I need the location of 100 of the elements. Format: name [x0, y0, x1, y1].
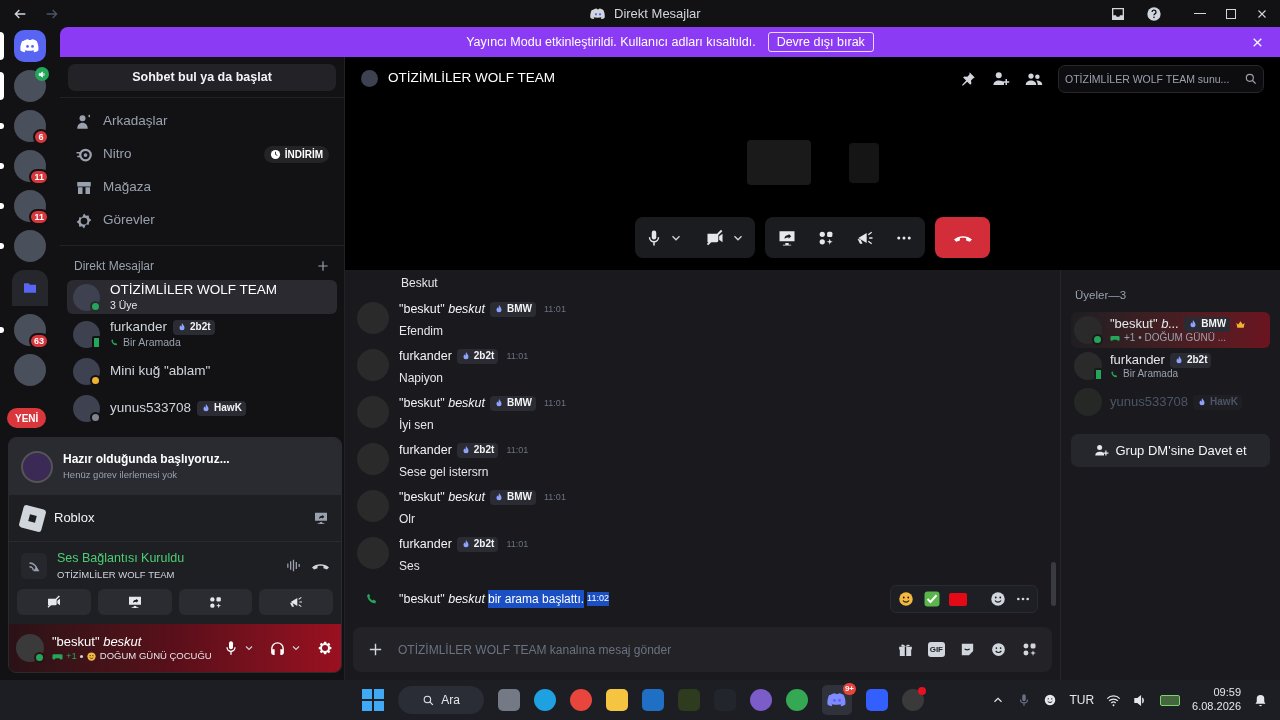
- tag-text: 2b2t: [473, 445, 495, 456]
- timestamp: 11:01: [544, 396, 566, 410]
- hang-up-icon[interactable]: [312, 561, 329, 570]
- voice-channel[interactable]: OTİZİMLİLER WOLF TEAM: [57, 567, 185, 582]
- tag-text: 2b2t: [473, 351, 495, 362]
- message-text: Olr: [399, 510, 416, 528]
- emoji-icon: [85, 650, 97, 662]
- disable-button[interactable]: Devre dışı bırak: [767, 32, 874, 52]
- taskbar-search[interactable]: Ara: [398, 686, 484, 714]
- member-name: furkander: [1110, 351, 1165, 369]
- channel-title: OTİZİMLİLER WOLF TEAM: [388, 69, 556, 88]
- camera-off-icon[interactable]: [705, 227, 725, 248]
- gif-button[interactable]: GIF: [927, 642, 945, 657]
- subtitle-text: 3 Üye: [110, 298, 138, 312]
- home-button[interactable]: [14, 30, 46, 62]
- server-icon[interactable]: [14, 110, 46, 142]
- app-icon[interactable]: [866, 689, 888, 711]
- sticker-icon[interactable]: [959, 641, 976, 658]
- soundboard-button[interactable]: [259, 589, 333, 615]
- flag-icon[interactable]: [949, 592, 967, 606]
- user-name[interactable]: "beskut" beskut: [52, 633, 212, 651]
- activity-count: +1: [66, 650, 77, 663]
- close-icon[interactable]: [1256, 7, 1268, 20]
- notification-icon[interactable]: [1253, 692, 1268, 708]
- timestamp: 11:01: [506, 537, 529, 551]
- author-name[interactable]: "beskut" beskut: [399, 394, 486, 413]
- clock[interactable]: 09:59 6.08.2026: [1192, 686, 1241, 714]
- nav-item[interactable]: Görevler: [68, 204, 336, 237]
- emoji-icon[interactable]: [990, 641, 1007, 658]
- search-field[interactable]: OTİZİMLİLER WOLF TEAM sunu...: [1058, 64, 1264, 93]
- apps-icon[interactable]: [1021, 641, 1038, 658]
- hang-up-icon: [953, 233, 972, 242]
- quest-subtitle: Henüz görev ilerlemesi yok: [63, 468, 179, 483]
- quest-title[interactable]: Hazır olduğunda başlıyoruz...: [63, 450, 230, 469]
- inbox-icon[interactable]: [1110, 5, 1126, 22]
- section-heading: Direkt Mesajlar: [74, 258, 154, 275]
- nav-item[interactable]: Mağaza: [68, 171, 336, 204]
- clock-icon: [269, 149, 281, 160]
- battery-icon[interactable]: [1160, 694, 1181, 706]
- browser-icon[interactable]: [570, 689, 592, 711]
- add-icon[interactable]: [367, 641, 384, 658]
- subtitle-text: +1 • DOĞUM GÜNÜ ...: [1124, 332, 1227, 345]
- author-name[interactable]: furkander: [399, 441, 452, 460]
- checkmark-icon[interactable]: [923, 590, 941, 608]
- screen-share-icon[interactable]: [313, 510, 329, 526]
- mail-icon[interactable]: [642, 689, 664, 711]
- start-button[interactable]: [362, 689, 384, 711]
- activities-button[interactable]: [178, 589, 253, 615]
- nav-item[interactable]: Nitro İNDİRİM: [68, 138, 336, 171]
- chat-icon[interactable]: [750, 689, 772, 711]
- add-reaction-icon[interactable]: [989, 590, 1007, 608]
- message-text: Beskut: [401, 275, 438, 292]
- add-member-icon[interactable]: [992, 69, 1010, 88]
- wifi-icon[interactable]: [1106, 692, 1122, 708]
- maximize-button[interactable]: [1226, 8, 1236, 19]
- headphones-icon[interactable]: [269, 639, 286, 657]
- new-badge[interactable]: YENİ: [7, 408, 47, 428]
- gift-icon[interactable]: [896, 641, 914, 658]
- language-indicator[interactable]: TUR: [1069, 691, 1095, 709]
- member-name: "beskut" b...: [1110, 315, 1180, 331]
- settings-icon[interactable]: [316, 639, 334, 657]
- folder-icon: [22, 280, 38, 296]
- member-item[interactable]: "beskut" b... BMW +1 • DOĞUM GÜNÜ ...: [1071, 312, 1270, 349]
- tag-text: BMW: [507, 304, 533, 315]
- phone-icon: [365, 592, 379, 606]
- author-name[interactable]: "beskut" beskut: [399, 488, 486, 507]
- screen-share-icon: [126, 594, 143, 610]
- emoji-icon[interactable]: [897, 590, 915, 608]
- server-folder[interactable]: [12, 270, 48, 306]
- author-name[interactable]: "beskut" beskut: [399, 589, 486, 609]
- dm-item[interactable]: yunus533708 HawK: [67, 391, 337, 425]
- screen-share-button[interactable]: [97, 589, 172, 615]
- dm-item[interactable]: OTİZİMLİLER WOLF TEAM 3 Üye: [67, 280, 337, 314]
- invite-button[interactable]: Grup DM'sine Davet et: [1071, 434, 1270, 468]
- activities-icon: [207, 594, 223, 610]
- composer-bar[interactable]: OTİZİMLİLER WOLF TEAM kanalına mesaj gönder GIF: [353, 627, 1052, 672]
- author-name[interactable]: "beskut" beskut: [399, 300, 486, 319]
- hang-up-button[interactable]: [935, 217, 990, 258]
- folder-icon[interactable]: [606, 689, 628, 711]
- phone-icon: [110, 337, 119, 347]
- badge-icon: [75, 211, 93, 230]
- notification-badge: 11: [29, 169, 49, 185]
- dm-item[interactable]: furkander 2b2t Bir Aramada: [67, 317, 337, 351]
- window-title: Direkt Mesajlar: [614, 4, 701, 23]
- sound-wave-icon[interactable]: [285, 557, 302, 574]
- server-icon[interactable]: [14, 314, 46, 346]
- browser-icon[interactable]: [786, 689, 808, 711]
- author-name[interactable]: furkander: [399, 535, 452, 554]
- find-conversation-button[interactable]: Sohbet bul ya da başlat: [68, 63, 336, 91]
- message-field[interactable]: OTİZİMLİLER WOLF TEAM kanalına mesaj gönder: [398, 640, 883, 659]
- help-icon[interactable]: [1146, 5, 1162, 22]
- server-icon[interactable]: [14, 70, 46, 102]
- microphone-icon[interactable]: [223, 640, 239, 656]
- clock-date: 6.08.2026: [1192, 700, 1241, 714]
- camera-button[interactable]: [17, 589, 91, 615]
- browser-icon[interactable]: [534, 689, 556, 711]
- dm-item[interactable]: Mini kuğ "ablam": [67, 354, 337, 388]
- nav-item[interactable]: Arkadaşlar: [68, 105, 336, 138]
- author-name[interactable]: furkander: [399, 347, 452, 366]
- member-item[interactable]: furkander 2b2t Bir Aramada: [1071, 348, 1270, 385]
